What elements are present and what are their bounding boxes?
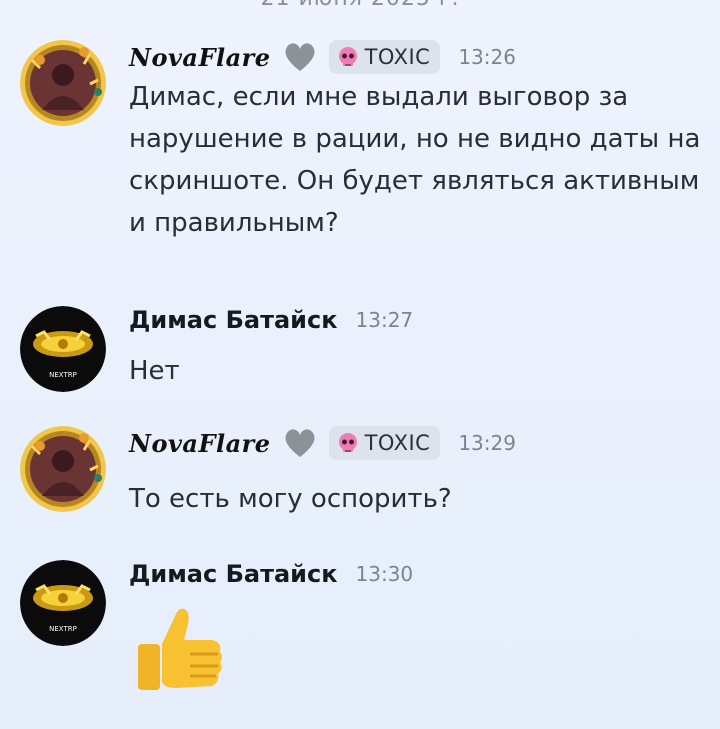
role-tag-label: TOXIC <box>364 45 431 69</box>
message-text: То есть могу оспорить? <box>129 484 452 514</box>
timestamp: 13:30 <box>355 562 414 586</box>
author-name[interactable]: NovaFlare <box>129 43 271 72</box>
thumbs-up-icon[interactable] <box>132 604 224 696</box>
role-tag[interactable]: TOXIC <box>328 40 441 74</box>
message-text: Нет <box>129 356 180 386</box>
grey-heart-icon <box>285 429 315 457</box>
skull-icon <box>338 47 357 66</box>
timestamp: 13:26 <box>458 45 516 69</box>
skull-icon <box>338 433 357 452</box>
author-name[interactable]: Димас Батайск <box>129 560 338 588</box>
avatar-novaflare[interactable] <box>20 40 106 126</box>
author-name[interactable]: Димас Батайск <box>129 306 338 334</box>
role-tag-label: TOXIC <box>364 431 431 455</box>
avatar-label: NEXTRP <box>49 625 77 633</box>
role-tag[interactable]: TOXIC <box>328 426 441 460</box>
grey-heart-icon <box>285 43 315 71</box>
avatar-novaflare[interactable] <box>20 426 106 512</box>
avatar-dimas[interactable]: NEXTRP <box>20 560 106 646</box>
date-separator: 21 июня 2025 г. <box>0 0 720 11</box>
avatar-label: NEXTRP <box>49 371 77 379</box>
author-name[interactable]: NovaFlare <box>129 429 271 458</box>
timestamp: 13:27 <box>355 308 414 332</box>
message-text: Димас, если мне выдали выговор за наруше… <box>129 82 701 238</box>
timestamp: 13:29 <box>458 431 516 455</box>
avatar-dimas[interactable]: NEXTRP <box>20 306 106 392</box>
